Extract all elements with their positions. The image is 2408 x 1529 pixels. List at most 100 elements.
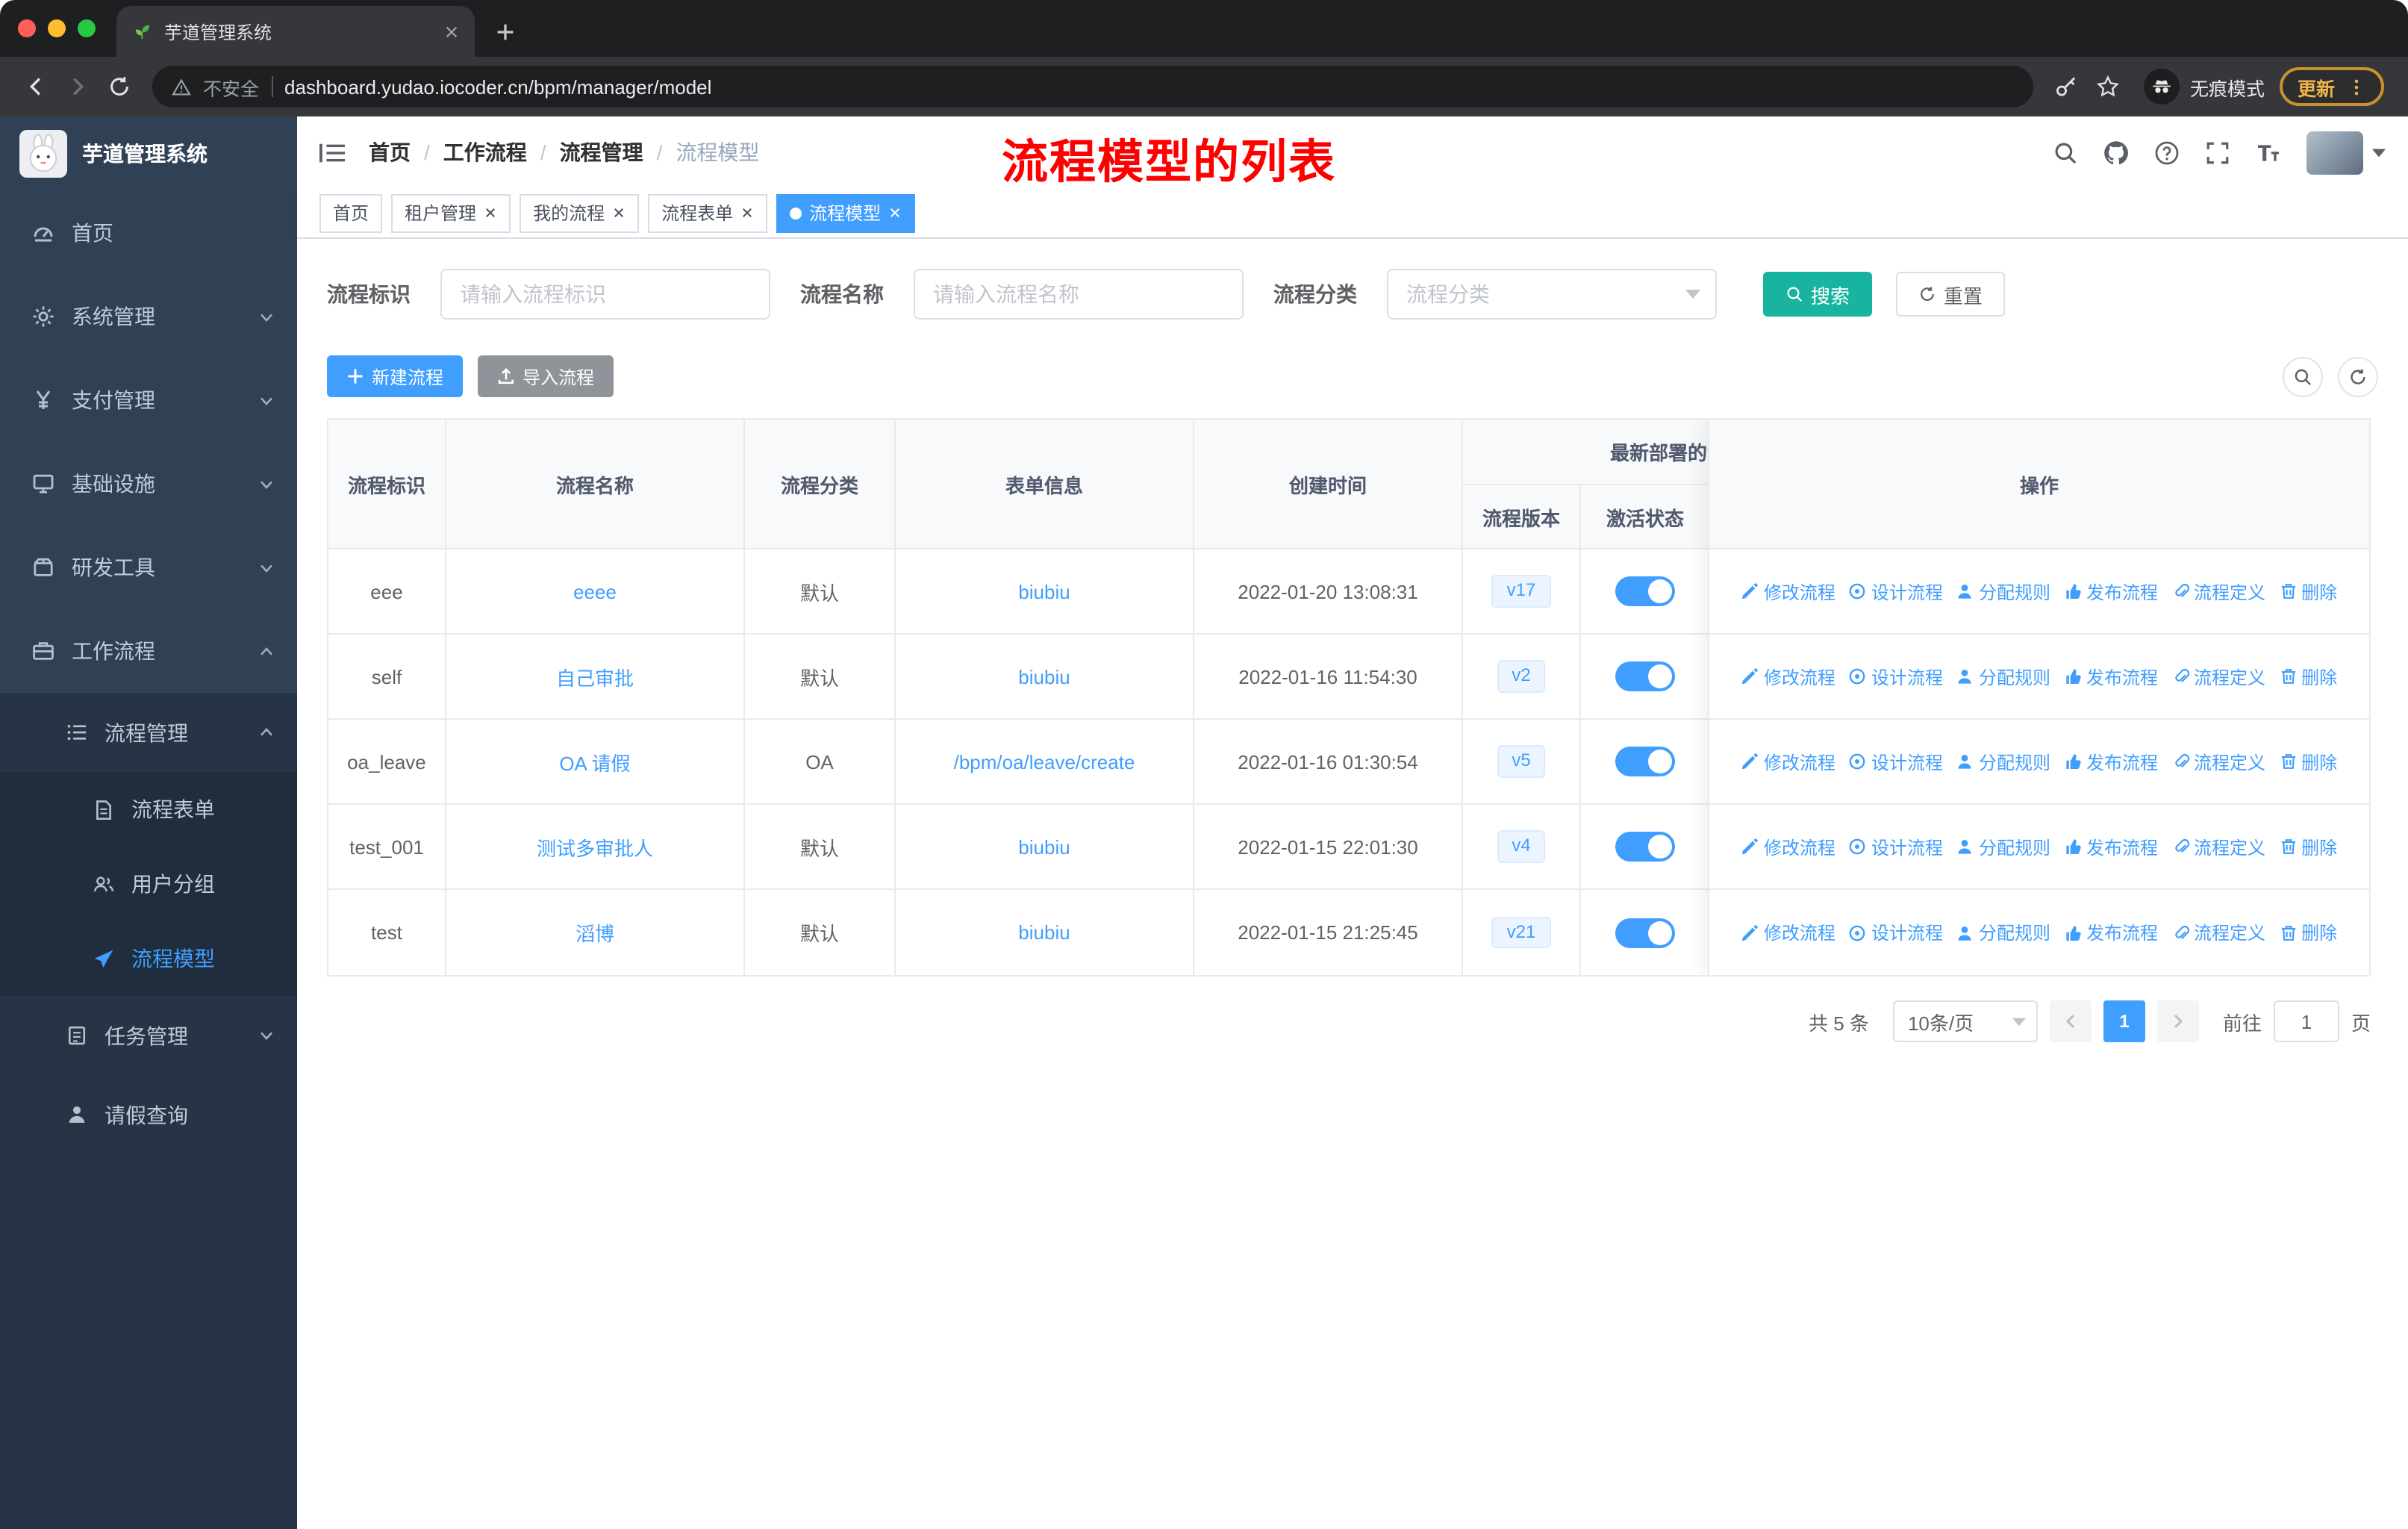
action-design-link[interactable]: 设计流程 xyxy=(1849,749,1943,774)
menu-kebab-icon[interactable] xyxy=(2347,77,2366,96)
activation-toggle[interactable] xyxy=(1615,661,1675,691)
back-button[interactable] xyxy=(15,66,57,108)
action-assign-link[interactable]: 分配规则 xyxy=(1956,749,2050,774)
github-icon[interactable] xyxy=(2103,140,2129,165)
prev-page-button[interactable] xyxy=(2049,1000,2092,1042)
sidebar-item-process-model[interactable]: 流程模型 xyxy=(0,921,297,996)
sidebar-item-workflow[interactable]: 工作流程 xyxy=(0,609,297,693)
tab-tag-home[interactable]: 首页 xyxy=(319,193,383,232)
action-publish-link[interactable]: 发布流程 xyxy=(2064,579,2158,604)
action-edit-link[interactable]: 修改流程 xyxy=(1741,579,1835,604)
close-icon[interactable] xyxy=(888,206,902,219)
sidebar-item-process-manage[interactable]: 流程管理 xyxy=(0,693,297,772)
close-tab-icon[interactable] xyxy=(443,23,460,40)
action-definition-link[interactable]: 流程定义 xyxy=(2171,920,2265,945)
sidebar-item-payment[interactable]: 支付管理 xyxy=(0,358,297,442)
form-info-link[interactable]: biubiu xyxy=(1018,921,1070,944)
breadcrumb-item-workflow[interactable]: 工作流程 xyxy=(443,137,527,167)
sidebar-item-leave-query[interactable]: 请假查询 xyxy=(0,1075,297,1154)
action-edit-link[interactable]: 修改流程 xyxy=(1741,920,1835,945)
new-tab-button[interactable] xyxy=(496,22,515,42)
action-publish-link[interactable]: 发布流程 xyxy=(2064,664,2158,689)
create-process-button[interactable]: 新建流程 xyxy=(327,355,464,397)
sidebar-item-user-group[interactable]: 用户分组 xyxy=(0,847,297,921)
question-icon[interactable] xyxy=(2154,140,2180,165)
sidebar-item-system[interactable]: 系统管理 xyxy=(0,275,297,358)
search-icon[interactable] xyxy=(2053,140,2078,165)
tab-tag-my-process[interactable]: 我的流程 xyxy=(520,193,640,232)
action-definition-link[interactable]: 流程定义 xyxy=(2171,664,2265,689)
action-edit-link[interactable]: 修改流程 xyxy=(1741,664,1835,689)
sidebar-item-task-manage[interactable]: 任务管理 xyxy=(0,996,297,1075)
close-icon[interactable] xyxy=(740,206,754,219)
browser-tab[interactable]: 芋道管理系统 xyxy=(116,6,475,57)
sidebar-item-infrastructure[interactable]: 基础设施 xyxy=(0,442,297,526)
action-delete-link[interactable]: 删除 xyxy=(2279,920,2337,945)
sidebar-item-process-form[interactable]: 流程表单 xyxy=(0,772,297,847)
process-name-link[interactable]: 滔博 xyxy=(576,918,614,947)
minimize-window-button[interactable] xyxy=(48,19,66,37)
breadcrumb-item-home[interactable]: 首页 xyxy=(369,137,411,167)
action-design-link[interactable]: 设计流程 xyxy=(1849,834,1943,859)
user-avatar[interactable] xyxy=(2306,131,2386,174)
action-design-link[interactable]: 设计流程 xyxy=(1849,664,1943,689)
key-icon[interactable] xyxy=(2045,66,2087,108)
goto-page-input[interactable] xyxy=(2273,1000,2339,1042)
action-delete-link[interactable]: 删除 xyxy=(2279,664,2337,689)
page-size-select[interactable]: 10条/页 xyxy=(1892,1000,2038,1042)
zoom-window-button[interactable] xyxy=(78,19,96,37)
breadcrumb-item-process-manage[interactable]: 流程管理 xyxy=(560,137,643,167)
action-delete-link[interactable]: 删除 xyxy=(2279,749,2337,774)
close-icon[interactable] xyxy=(612,206,626,219)
form-info-link[interactable]: biubiu xyxy=(1018,835,1070,858)
form-info-link[interactable]: biubiu xyxy=(1018,580,1070,602)
process-name-link[interactable]: 测试多审批人 xyxy=(537,832,653,861)
activation-toggle[interactable] xyxy=(1615,576,1675,606)
category-select[interactable]: 流程分类 xyxy=(1387,269,1717,320)
action-delete-link[interactable]: 删除 xyxy=(2279,579,2337,604)
action-assign-link[interactable]: 分配规则 xyxy=(1956,834,2050,859)
activation-toggle[interactable] xyxy=(1615,832,1675,862)
reset-button[interactable]: 重置 xyxy=(1896,272,2006,317)
action-definition-link[interactable]: 流程定义 xyxy=(2171,834,2265,859)
tab-tag-process-form[interactable]: 流程表单 xyxy=(648,193,768,232)
activation-toggle[interactable] xyxy=(1615,918,1675,947)
hamburger-icon[interactable] xyxy=(319,140,345,165)
process-name-link[interactable]: 自己审批 xyxy=(556,662,634,691)
activation-toggle[interactable] xyxy=(1615,747,1675,776)
action-definition-link[interactable]: 流程定义 xyxy=(2171,579,2265,604)
action-assign-link[interactable]: 分配规则 xyxy=(1956,579,2050,604)
next-page-button[interactable] xyxy=(2156,1000,2199,1042)
action-assign-link[interactable]: 分配规则 xyxy=(1956,920,2050,945)
action-design-link[interactable]: 设计流程 xyxy=(1849,579,1943,604)
page-1-button[interactable]: 1 xyxy=(2103,1000,2145,1042)
action-design-link[interactable]: 设计流程 xyxy=(1849,920,1943,945)
fontsize-icon[interactable] xyxy=(2256,140,2281,165)
action-edit-link[interactable]: 修改流程 xyxy=(1741,749,1835,774)
sidebar-item-home[interactable]: 首页 xyxy=(0,191,297,275)
sidebar-item-devtools[interactable]: 研发工具 xyxy=(0,526,297,609)
forward-button[interactable] xyxy=(57,66,99,108)
bookmark-star-icon[interactable] xyxy=(2087,66,2129,108)
toggle-search-button[interactable] xyxy=(2283,356,2323,396)
action-edit-link[interactable]: 修改流程 xyxy=(1741,834,1835,859)
process-key-input[interactable] xyxy=(440,269,770,320)
action-definition-link[interactable]: 流程定义 xyxy=(2171,749,2265,774)
close-icon[interactable] xyxy=(484,206,497,219)
refresh-table-button[interactable] xyxy=(2338,356,2378,396)
tab-tag-process-model[interactable]: 流程模型 xyxy=(776,193,916,232)
import-process-button[interactable]: 导入流程 xyxy=(478,355,614,397)
app-logo[interactable]: 芋道管理系统 xyxy=(0,116,297,191)
form-info-link[interactable]: biubiu xyxy=(1018,665,1070,688)
action-delete-link[interactable]: 删除 xyxy=(2279,834,2337,859)
action-publish-link[interactable]: 发布流程 xyxy=(2064,749,2158,774)
process-name-link[interactable]: OA 请假 xyxy=(559,747,630,776)
process-name-input[interactable] xyxy=(914,269,1244,320)
form-info-link[interactable]: /bpm/oa/leave/create xyxy=(954,750,1135,773)
action-publish-link[interactable]: 发布流程 xyxy=(2064,920,2158,945)
address-bar[interactable]: 不安全 dashboard.yudao.iocoder.cn/bpm/manag… xyxy=(152,66,2033,108)
update-button[interactable]: 更新 xyxy=(2279,67,2384,106)
reload-button[interactable] xyxy=(99,66,140,108)
action-assign-link[interactable]: 分配规则 xyxy=(1956,664,2050,689)
fullscreen-icon[interactable] xyxy=(2205,140,2230,165)
